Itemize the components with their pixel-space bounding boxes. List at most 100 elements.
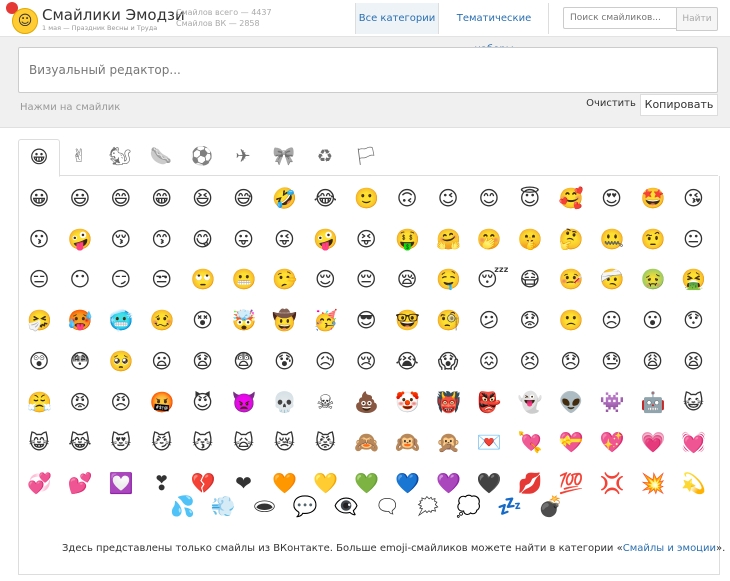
emoji-item[interactable]: 😘 bbox=[681, 186, 705, 210]
emoji-item[interactable]: 🤠 bbox=[272, 308, 297, 332]
emoji-item[interactable]: 😂 bbox=[313, 186, 337, 210]
emoji-item[interactable]: 🤩 bbox=[641, 186, 666, 210]
emoji-item[interactable]: 😶 bbox=[68, 267, 92, 291]
emoji-item[interactable]: 👹 bbox=[436, 390, 461, 414]
tab-animals[interactable]: 🐿 bbox=[100, 139, 140, 175]
tab-symbols[interactable]: ♻ bbox=[305, 139, 345, 175]
emoji-item[interactable]: 😠 bbox=[109, 390, 133, 414]
emoji-item[interactable]: 🤧 bbox=[27, 308, 52, 332]
emoji-item[interactable]: 😆 bbox=[191, 186, 215, 210]
emoji-item[interactable]: 👿 bbox=[232, 390, 257, 414]
tab-travel[interactable]: ✈ bbox=[223, 139, 263, 175]
logo[interactable]: ☺ bbox=[6, 2, 38, 34]
emoji-item[interactable]: 😓 bbox=[600, 349, 624, 373]
emoji-item[interactable]: 😪 bbox=[395, 267, 419, 291]
emoji-item[interactable]: 🤪 bbox=[313, 227, 338, 251]
emoji-item[interactable]: 😱 bbox=[436, 349, 460, 373]
emoji-item[interactable]: 😨 bbox=[232, 349, 256, 373]
emoji-item[interactable]: 😉 bbox=[436, 186, 460, 210]
emoji-item[interactable]: 🤒 bbox=[559, 267, 584, 291]
emoji-item[interactable]: 😈 bbox=[191, 390, 215, 414]
emoji-item[interactable]: 👾 bbox=[600, 390, 625, 414]
emoji-item[interactable]: 😦 bbox=[150, 349, 174, 373]
emoji-item[interactable]: 😢 bbox=[354, 349, 378, 373]
emoji-item[interactable]: 💬 bbox=[293, 494, 318, 518]
copy-button[interactable]: Копировать bbox=[640, 94, 718, 116]
emoji-item[interactable]: 🖤 bbox=[477, 471, 502, 495]
emoji-item[interactable]: 😽 bbox=[191, 430, 215, 454]
emoji-item[interactable]: 🤯 bbox=[232, 308, 257, 332]
emoji-item[interactable]: 🙉 bbox=[395, 430, 420, 454]
emoji-item[interactable]: 💙 bbox=[395, 471, 420, 495]
emoji-item[interactable]: 😸 bbox=[27, 430, 51, 454]
emoji-item[interactable]: 🙀 bbox=[232, 430, 256, 454]
emoji-item[interactable]: 💨 bbox=[211, 494, 236, 518]
emoji-item[interactable]: 💣 bbox=[538, 494, 563, 518]
emoji-item[interactable]: ❣ bbox=[150, 471, 174, 495]
emoji-item[interactable]: 👁‍🗨 bbox=[334, 494, 359, 518]
emoji-item[interactable]: 💯 bbox=[559, 471, 584, 495]
emoji-item[interactable]: 🥴 bbox=[150, 308, 175, 332]
emoji-item[interactable]: 💤 bbox=[497, 494, 522, 518]
emoji-item[interactable]: 🕳 bbox=[252, 494, 277, 518]
tab-smileys[interactable]: 😀 bbox=[18, 139, 60, 177]
emoji-item[interactable]: 🤓 bbox=[395, 308, 420, 332]
emoji-item[interactable]: 🙁 bbox=[559, 308, 584, 332]
emoji-item[interactable]: 😭 bbox=[395, 349, 419, 373]
emoji-item[interactable]: 😷 bbox=[518, 267, 542, 291]
emoji-item[interactable]: 💭 bbox=[456, 494, 481, 518]
tab-food[interactable]: 🌭 bbox=[141, 139, 181, 175]
emoji-item[interactable]: 🙄 bbox=[191, 267, 216, 291]
emoji-item[interactable]: 😣 bbox=[518, 349, 542, 373]
emoji-item[interactable]: 🥰 bbox=[559, 186, 584, 210]
emoji-item[interactable]: 😾 bbox=[313, 430, 337, 454]
emoji-item[interactable]: 😲 bbox=[27, 349, 51, 373]
emoji-item[interactable]: 😖 bbox=[477, 349, 501, 373]
emoji-item[interactable]: 😮 bbox=[641, 308, 665, 332]
emoji-item[interactable]: 😇 bbox=[518, 186, 542, 210]
emoji-item[interactable]: 💗 bbox=[641, 430, 666, 454]
emoji-item[interactable]: 😩 bbox=[641, 349, 665, 373]
emoji-item[interactable]: 👺 bbox=[477, 390, 502, 414]
emoji-item[interactable]: 😀 bbox=[27, 186, 51, 210]
emoji-item[interactable]: 😿 bbox=[272, 430, 296, 454]
emoji-item[interactable]: 🤖 bbox=[641, 390, 666, 414]
emoji-item[interactable]: 😤 bbox=[27, 390, 52, 414]
emoji-item[interactable]: 🧡 bbox=[272, 471, 297, 495]
emoji-item[interactable]: 🗯 bbox=[415, 494, 440, 518]
tab-objects[interactable]: 🎀 bbox=[264, 139, 304, 175]
emoji-item[interactable]: 😺 bbox=[681, 390, 705, 414]
emoji-item[interactable]: 😡 bbox=[68, 390, 92, 414]
emoji-item[interactable]: 😁 bbox=[150, 186, 174, 210]
emoji-item[interactable]: 👽 bbox=[559, 390, 584, 414]
emoji-item[interactable]: 🤨 bbox=[641, 227, 666, 251]
emoji-item[interactable]: 😐 bbox=[681, 227, 705, 251]
emoji-item[interactable]: 😙 bbox=[150, 227, 174, 251]
emoji-item[interactable]: 😏 bbox=[109, 267, 133, 291]
emoji-item[interactable]: 🗨 bbox=[375, 494, 400, 518]
emoji-item[interactable]: 💌 bbox=[477, 430, 502, 454]
nav-themes-link[interactable]: Тематические наборы bbox=[440, 3, 549, 55]
emoji-item[interactable]: 🤕 bbox=[600, 267, 625, 291]
emoji-item[interactable]: 😗 bbox=[27, 227, 51, 251]
emoji-item[interactable]: 😻 bbox=[109, 430, 133, 454]
emoji-item[interactable]: 💜 bbox=[436, 471, 461, 495]
emoji-item[interactable]: 🤑 bbox=[395, 227, 420, 251]
emoji-item[interactable]: 🤤 bbox=[436, 267, 461, 291]
emoji-item[interactable]: 💟 bbox=[109, 471, 134, 495]
emoji-item[interactable]: 💀 bbox=[272, 390, 297, 414]
emoji-item[interactable]: ☠ bbox=[313, 390, 337, 414]
emoji-item[interactable]: 🤔 bbox=[559, 227, 584, 251]
emoji-item[interactable]: 😊 bbox=[477, 186, 501, 210]
emoji-item[interactable]: 🤢 bbox=[641, 267, 666, 291]
emoji-item[interactable]: 🤭 bbox=[477, 227, 502, 251]
emoji-item[interactable]: 🤗 bbox=[436, 227, 461, 251]
emoji-item[interactable]: 🤡 bbox=[395, 390, 420, 414]
emoji-item[interactable]: 💛 bbox=[313, 471, 338, 495]
emoji-item[interactable]: 😛 bbox=[232, 227, 256, 251]
emoji-item[interactable]: 😑 bbox=[27, 267, 51, 291]
emoji-item[interactable]: 💋 bbox=[518, 471, 543, 495]
emoji-item[interactable]: 😃 bbox=[68, 186, 92, 210]
emoji-item[interactable]: 💚 bbox=[354, 471, 379, 495]
emoji-item[interactable]: 🤣 bbox=[272, 186, 297, 210]
